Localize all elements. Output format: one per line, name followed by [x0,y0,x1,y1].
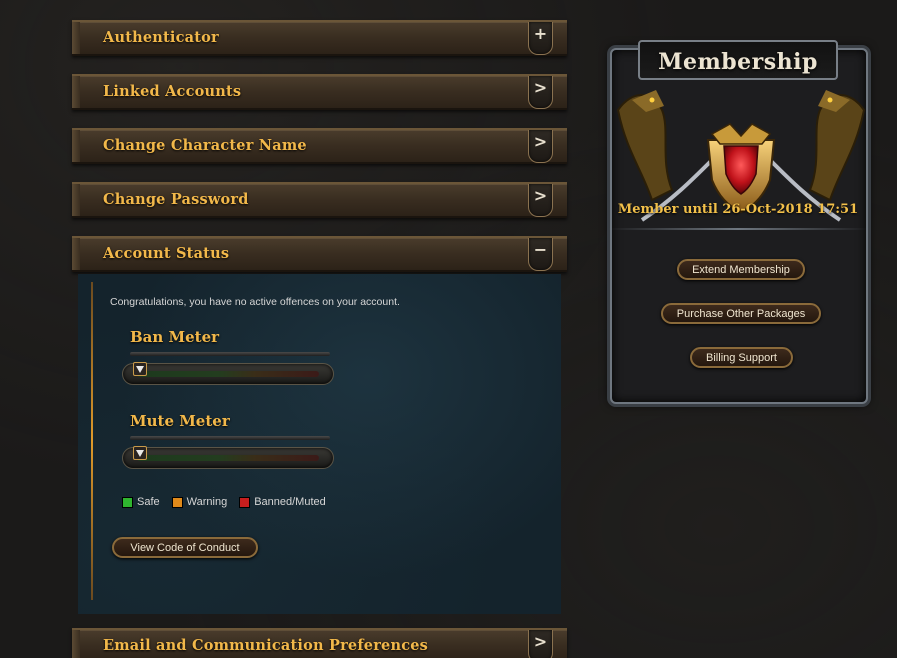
legend-warning: Warning [171,496,228,508]
section-email-preferences[interactable]: Email and Communication Preferences > [72,628,567,658]
section-label: Change Password [103,191,249,208]
collapse-minus-icon[interactable]: − [528,238,553,271]
extend-membership-button[interactable]: Extend Membership [677,259,805,280]
section-account-status[interactable]: Account Status − [72,236,567,272]
section-change-password[interactable]: Change Password > [72,182,567,218]
section-change-character-name[interactable]: Change Character Name > [72,128,567,164]
billing-support-button[interactable]: Billing Support [690,347,793,368]
meter-legend: Safe Warning Banned/Muted [122,496,326,508]
banned-swatch-icon [239,496,251,508]
membership-expiry: Member until 26-Oct-2018 17:51 [617,202,859,217]
section-label: Email and Communication Preferences [103,637,429,654]
ban-meter-fill [137,371,319,377]
purchase-other-packages-button[interactable]: Purchase Other Packages [661,303,821,324]
chevron-right-icon[interactable]: > [528,184,553,217]
membership-title: Membership [658,49,818,75]
membership-divider [608,228,868,230]
legend-warning-label: Warning [186,496,228,508]
section-label: Change Character Name [103,137,307,154]
mute-meter-marker-icon [133,446,147,460]
dragon-crest-icon [616,90,866,222]
view-code-of-conduct-button[interactable]: View Code of Conduct [112,537,258,558]
mute-meter-fill [137,455,319,461]
status-message: Congratulations, you have no active offe… [110,296,400,308]
chevron-right-icon[interactable]: > [528,130,553,163]
ban-meter-title: Ban Meter [130,328,220,346]
legend-banned: Banned/Muted [239,496,326,508]
section-label: Authenticator [103,29,219,46]
warning-swatch-icon [171,496,183,508]
chevron-right-icon[interactable]: > [528,630,553,658]
decorative-rope [91,282,93,600]
safe-swatch-icon [122,496,133,508]
ban-meter-marker-icon [133,362,147,376]
chevron-right-icon[interactable]: > [528,76,553,109]
expand-plus-icon[interactable]: + [528,22,553,55]
section-label: Linked Accounts [103,83,242,100]
mute-meter [122,446,334,469]
mute-meter-title: Mute Meter [130,412,230,430]
legend-safe-label: Safe [137,496,160,508]
membership-title-plate: Membership [638,40,838,80]
legend-banned-label: Banned/Muted [254,496,326,508]
legend-safe: Safe [122,496,160,508]
membership-panel: Membership Member until 26-Oct-2018 17:5… [598,30,878,414]
account-status-panel: Congratulations, you have no active offe… [78,274,561,614]
mute-meter-divider [130,436,330,440]
ban-meter [122,362,334,385]
section-authenticator[interactable]: Authenticator + [72,20,567,56]
section-label: Account Status [103,245,230,262]
section-linked-accounts[interactable]: Linked Accounts > [72,74,567,110]
ban-meter-divider [130,352,330,356]
